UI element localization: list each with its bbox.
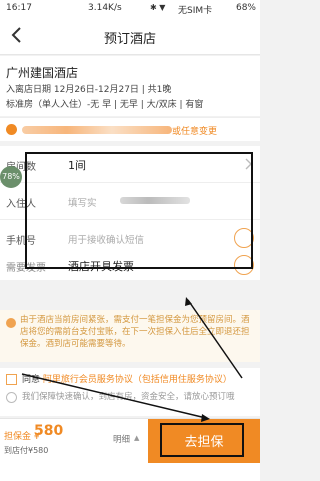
sim-status: 无SIM卡 [178,6,213,16]
contact-icon[interactable] [234,228,254,248]
info-icon [6,318,16,328]
agreement-link[interactable]: 阿里旅行会员服务协议（包括信用住服务协议） [43,375,232,385]
guest-row[interactable]: 入住人 填写实 [0,183,260,220]
guarantee-amount: 580 [34,423,64,439]
redacted-text [120,197,190,204]
guest-label: 入住人 [6,199,36,210]
agree-checkbox[interactable] [6,374,17,385]
battery-level: 68% [235,3,256,13]
pay-at-hotel-total: 到店付¥580 [4,446,49,455]
hotel-summary: 广州建国酒店 入离店日期 12月26日-12月27日 | 共1晚 标准房（单人入… [0,56,260,116]
nav-bar: 预订酒店 [0,17,260,55]
phone-icon[interactable] [234,255,254,275]
cancel-policy-text: 或任意变更 [172,127,218,137]
network-speed: 3.14K/s [88,3,122,13]
price-detail-link[interactable]: 明细 [113,433,130,445]
chevron-up-icon[interactable]: ▲ [134,434,139,442]
shield-icon [6,392,17,403]
status-time: 16:17 [6,3,32,13]
phone-input[interactable]: 用于接收确认短信 [68,232,144,246]
agreement-section: 同意 阿里旅行会员服务协议（包括信用住服务协议） 我们保障快速确认，到店有房，资… [0,368,260,416]
guest-input[interactable]: 填写实 [68,195,97,209]
stay-dates: 入离店日期 12月26日-12月27日 | 共1晚 [6,85,172,95]
signal-icon: ✱ ▼ [150,3,166,12]
notice-text: 由于酒店当前房间紧张，需支付一笔担保金为您预留房间。酒店将您的需前台支付宝账，在… [20,315,250,349]
booking-form: 房间数 1间 78% 入住人 填写实 手机号 用于接收确认短信 [0,146,260,257]
guarantee-button-label[interactable]: 去担保 [148,431,260,450]
redacted-text [22,126,172,134]
invoice-label: 需要发票 [6,263,46,274]
agree-prefix: 同意 [22,375,41,385]
cancel-policy-row: 或任意变更 [0,117,260,141]
assurance-note: 我们保障快速确认，到店有房，资金安全，请放心预订哦 [22,392,235,402]
hotel-name: 广州建国酒店 [6,66,79,80]
checkout-bar: 担保金 ¥ 580 到店付¥580 明细 ▲ 去担保 [0,418,260,481]
policy-icon [6,124,17,135]
page-title: 预订酒店 [103,32,156,47]
arrow-head [185,297,192,306]
rooms-row[interactable]: 房间数 1间 78% [0,146,260,188]
agreement-line: 同意 阿里旅行会员服务协议（包括信用住服务协议） [22,372,232,385]
room-type: 标准房（单人入住）-无 早 | 无早 | 大/双床 | 有窗 [6,100,204,110]
phone-label: 手机号 [6,236,36,247]
chevron-right-icon [245,158,252,170]
guarantee-notice: 由于酒店当前房间紧张，需支付一笔担保金为您预留房间。酒店将您的需前台支付宝账，在… [0,310,260,362]
invoice-value: 酒店开具发票 [68,260,134,273]
status-bar: 16:17 3.14K/s ✱ ▼ 无SIM卡 68% [0,0,260,17]
invoice-row[interactable]: 需要发票 酒店开具发票 [0,250,260,280]
rooms-value: 1间 [68,159,86,172]
